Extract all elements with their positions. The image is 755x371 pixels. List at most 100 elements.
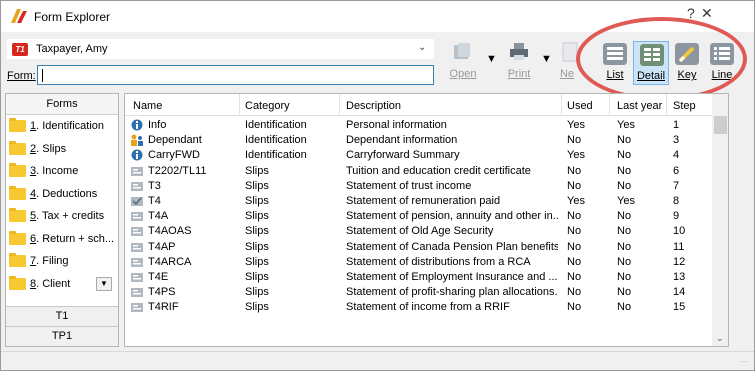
open-button[interactable]: Open xyxy=(445,41,481,85)
cell-name: T3 xyxy=(148,179,161,192)
sidebar-item[interactable]: 7. Filing xyxy=(6,250,118,273)
cell-last-year: No xyxy=(617,286,632,299)
cell-step: 15 xyxy=(673,301,686,314)
cell-name: T4AP xyxy=(148,240,176,253)
cell-last-year: No xyxy=(617,240,632,253)
form-search-input[interactable] xyxy=(37,65,434,85)
table-row[interactable]: T4PS Slips Statement of profit-sharing pla… xyxy=(125,285,712,300)
folder-icon xyxy=(9,230,26,245)
table-row[interactable]: T4 Slips Statement of remuneration paid Yes… xyxy=(125,194,712,209)
column-header-description[interactable]: Description xyxy=(346,100,401,112)
sidebar-item[interactable]: 3. Income xyxy=(6,160,118,183)
sidebar-item-label: 8. Client xyxy=(30,278,70,290)
cell-used: Yes xyxy=(567,195,585,207)
sidebar-item-text: . Filing xyxy=(36,255,69,267)
sidebar-item[interactable]: 8. Client ▼ xyxy=(6,273,118,296)
table-row[interactable]: T2202/TL11 Slips Tuition and education cre… xyxy=(125,164,712,179)
column-divider[interactable] xyxy=(609,94,610,116)
taxpayer-dropdown[interactable]: T1 Taxpayer, Amy ⌄ xyxy=(7,39,434,59)
cell-name: T4A xyxy=(148,210,169,223)
column-header-step[interactable]: Step xyxy=(673,100,696,112)
column-header-used[interactable]: Used xyxy=(567,100,593,112)
info-icon xyxy=(131,119,143,131)
slip-icon xyxy=(131,303,143,313)
cell-name: T2202/TL11 xyxy=(148,164,207,177)
cell-last-year: No xyxy=(617,301,632,314)
slip-icon xyxy=(131,227,143,237)
cell-last-year: No xyxy=(617,149,632,162)
open-icon xyxy=(454,43,470,59)
sidebar-item[interactable]: 5. Tax + credits xyxy=(6,205,118,228)
table-row[interactable]: Info Identification Personal information Ye… xyxy=(125,118,712,133)
new-label: Ne xyxy=(559,68,575,80)
people-icon xyxy=(131,134,143,147)
scrollbar-thumb[interactable] xyxy=(714,116,727,134)
cell-last-year: Yes xyxy=(617,195,635,207)
close-button[interactable]: ✕ xyxy=(701,5,719,23)
open-dropdown-icon[interactable]: ▼ xyxy=(486,53,497,65)
scroll-down-icon[interactable]: ⌄ xyxy=(716,333,724,344)
sidebar-item[interactable]: 2. Slips xyxy=(6,138,118,161)
sidebar-expand-dropdown-icon[interactable]: ▼ xyxy=(96,276,112,291)
table-row[interactable]: T4AOAS Slips Statement of Old Age Security… xyxy=(125,224,712,239)
table-row[interactable]: T3 Slips Statement of trust income No No 7 xyxy=(125,179,712,194)
column-header-name[interactable]: Name xyxy=(133,100,162,112)
table-row[interactable]: T4RIF Slips Statement of income from a RRI… xyxy=(125,300,712,315)
sidebar-item-text: . Identification xyxy=(36,120,104,132)
column-header-category[interactable]: Category xyxy=(245,100,290,112)
cell-step: 13 xyxy=(673,271,686,283)
status-bar: ⋯ xyxy=(1,351,754,370)
tab-tp1[interactable]: TP1 xyxy=(6,326,118,346)
cell-step: 12 xyxy=(673,255,686,268)
form-explorer-window: Form Explorer ? ✕ T1 Taxpayer, Amy ⌄ For… xyxy=(0,0,755,371)
cell-name: CarryFWD xyxy=(148,149,200,162)
cell-description: Statement of pension, annuity and other … xyxy=(346,210,558,223)
cell-category: Slips xyxy=(245,255,269,268)
sidebar-item[interactable]: 1. Identification xyxy=(6,115,118,138)
column-divider[interactable] xyxy=(666,94,667,116)
cell-step: 14 xyxy=(673,286,686,299)
cell-category: Slips xyxy=(245,271,269,283)
t1-badge-icon: T1 xyxy=(12,43,28,56)
table-row[interactable]: CarryFWD Identification Carryforward Summa… xyxy=(125,148,712,163)
table-row[interactable]: T4AP Slips Statement of Canada Pension Pla… xyxy=(125,240,712,255)
table-row[interactable]: T4ARCA Slips Statement of distributions fr… xyxy=(125,255,712,270)
column-divider[interactable] xyxy=(239,94,240,116)
cell-description: Personal information xyxy=(346,119,447,131)
resize-grip-icon[interactable]: ⋯ xyxy=(740,357,748,366)
column-divider[interactable] xyxy=(561,94,562,116)
column-header-last-year[interactable]: Last year xyxy=(617,100,662,112)
print-dropdown-icon[interactable]: ▼ xyxy=(541,53,552,65)
tab-t1[interactable]: T1 xyxy=(6,306,118,326)
cell-category: Identification xyxy=(245,149,307,162)
table-row[interactable]: Dependant Identification Dependant informa… xyxy=(125,133,712,148)
slip-icon xyxy=(131,212,143,222)
cell-category: Identification xyxy=(245,134,307,147)
sidebar-item-text: . Deductions xyxy=(36,187,98,200)
sidebar-item[interactable]: 4. Deductions xyxy=(6,183,118,206)
table-row[interactable]: T4E Slips Statement of Employment Insuranc… xyxy=(125,270,712,285)
sidebar-item[interactable]: 6. Return + sch... xyxy=(6,228,118,251)
cell-name: Dependant xyxy=(148,134,202,147)
table-row[interactable]: T4A Slips Statement of pension, annuity an… xyxy=(125,209,712,224)
cell-category: Slips xyxy=(245,286,269,299)
cell-category: Slips xyxy=(245,240,269,253)
sidebar-item-label: 4. Deductions xyxy=(30,188,97,200)
cell-description: Carryforward Summary xyxy=(346,149,460,162)
text-caret xyxy=(42,69,43,82)
vertical-scrollbar[interactable]: ⌄ xyxy=(712,94,728,346)
folder-icon xyxy=(9,118,26,132)
sidebar-item-label: 2. Slips xyxy=(30,143,66,155)
cell-step: 10 xyxy=(673,225,686,238)
info-icon xyxy=(131,149,143,161)
print-label: Print xyxy=(507,68,531,80)
cell-last-year: No xyxy=(617,271,632,283)
form-label: Form: xyxy=(7,70,36,82)
sidebar-item-text: . Slips xyxy=(36,142,67,155)
column-divider[interactable] xyxy=(339,94,340,116)
cell-name: T4 xyxy=(148,195,161,207)
slip-icon xyxy=(131,242,143,252)
chevron-down-icon: ⌄ xyxy=(418,42,427,53)
print-button[interactable]: Print xyxy=(501,41,537,85)
cell-step: 8 xyxy=(673,195,680,207)
